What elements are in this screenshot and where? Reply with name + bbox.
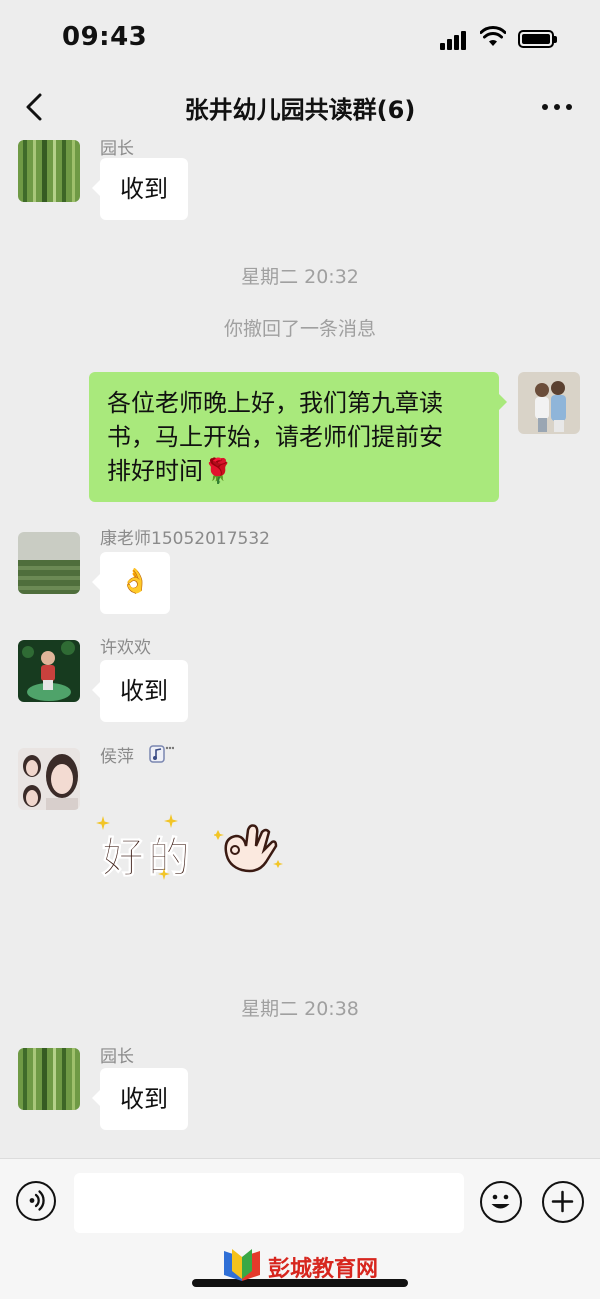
music-note-icon — [149, 745, 174, 763]
message-line-wrap: 排好时间🌹 — [107, 454, 481, 488]
avatar-self[interactable] — [518, 372, 580, 434]
book-logo-icon — [224, 1249, 260, 1281]
timestamp: 星期二 20:38 — [241, 998, 359, 1020]
message-list[interactable]: 园长 收到 星期二 20:32 你撤回了一条消息 各位老师晚上好，我们第九章读 … — [0, 136, 600, 1156]
voice-input-button[interactable] — [16, 1181, 56, 1221]
avatar-yuanzhang[interactable] — [18, 1048, 80, 1110]
smiley-icon — [491, 1194, 510, 1209]
sender-name: 许欢欢 — [100, 638, 151, 658]
sender-name: 园长 — [100, 139, 134, 159]
avatar-xuhuanhuan[interactable] — [18, 640, 80, 702]
message-bubble[interactable]: 收到 — [92, 158, 188, 220]
sparkle-icon — [158, 868, 170, 880]
message-input[interactable] — [74, 1173, 464, 1233]
more-options-icon[interactable] — [542, 104, 572, 112]
chat-title: 张井幼儿园共读群(6) — [184, 96, 416, 124]
cellular-signal-icon — [440, 30, 470, 50]
emoji-button[interactable] — [480, 1181, 522, 1223]
ok-hand-sticker-icon — [214, 824, 283, 873]
message-bubble[interactable]: 收到 — [92, 1068, 188, 1130]
chat-header: 张井幼儿园共读群(6) — [0, 80, 600, 136]
voice-icon — [29, 1190, 45, 1211]
ok-hand-emoji: 👌 — [120, 567, 150, 595]
outgoing-message-bubble[interactable]: 各位老师晚上好，我们第九章读 书，马上开始，请老师们提前安 排好时间🌹 — [89, 372, 507, 502]
status-time: 09:43 — [62, 22, 148, 52]
input-bar: 彭城教育网 — [0, 1158, 600, 1299]
status-bar: 09:43 — [0, 0, 600, 80]
avatar-houping[interactable] — [18, 748, 80, 810]
sparkle-icon — [96, 816, 110, 830]
message-bubble[interactable]: 👌 — [92, 552, 170, 614]
recall-notice: 你撤回了一条消息 — [223, 318, 376, 340]
plus-icon — [551, 1190, 574, 1213]
watermark: 彭城教育网 — [220, 1249, 390, 1283]
sender-name: 康老师15052017532 — [100, 529, 270, 549]
message-line: 各位老师晚上好，我们第九章读 — [107, 389, 443, 417]
rose-emoji: 🌹 — [203, 457, 233, 485]
message-line: 书，马上开始，请老师们提前安 — [107, 423, 443, 451]
timestamp: 星期二 20:32 — [241, 266, 359, 288]
avatar-kang[interactable] — [18, 532, 80, 594]
watermark-text: 彭城教育网 — [268, 1257, 379, 1282]
sticker-haode[interactable]: 好的 — [96, 814, 284, 884]
message-bubble[interactable]: 收到 — [92, 660, 188, 722]
sender-name: 园长 — [100, 1047, 134, 1067]
sticker-text: 好的 — [101, 833, 195, 883]
avatar-yuanzhang[interactable] — [18, 140, 80, 202]
sparkle-icon — [164, 814, 178, 828]
battery-icon — [518, 30, 557, 48]
message-line: 排好时间 — [107, 457, 203, 485]
sender-name: 侯萍 — [100, 747, 134, 767]
more-functions-button[interactable] — [542, 1181, 584, 1223]
wifi-icon — [480, 26, 506, 46]
